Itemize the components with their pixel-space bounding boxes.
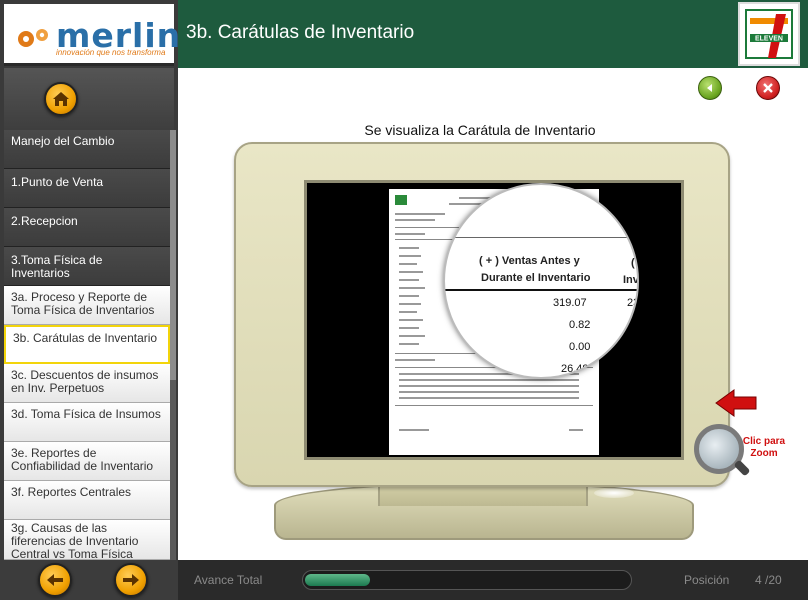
arrow-left-icon bbox=[715, 389, 757, 417]
footer-progress-area: Avance Total Posición 4 /20 bbox=[178, 560, 808, 600]
header: 3b. Carátulas de Inventario ELEVEN bbox=[178, 0, 808, 68]
position-value: 4 /20 bbox=[755, 573, 782, 587]
progress-bar bbox=[302, 570, 632, 590]
sidebar-item-3a[interactable]: 3a. Proceso y Reporte de Toma Física de … bbox=[4, 286, 170, 325]
slide-subtitle: Se visualiza la Carátula de Inventario bbox=[364, 122, 596, 138]
close-button[interactable] bbox=[756, 76, 780, 100]
sidebar-item-3c[interactable]: 3c. Descuentos de insumos en Inv. Perpet… bbox=[4, 364, 170, 403]
brand-tagline: innovación que nos transforma bbox=[56, 48, 166, 57]
sidebar-item-label: 3d. Toma Física de Insumos bbox=[11, 407, 161, 421]
monitor-screen: ( + ) Ventas Antes y Durante el Inventar… bbox=[304, 180, 684, 460]
zoom-col2-value: 23.8 bbox=[627, 297, 639, 309]
sidebar-item-recepcion[interactable]: 2.Recepcion bbox=[4, 208, 170, 247]
sidebar-item-label: 3b. Carátulas de Inventario bbox=[13, 331, 158, 345]
seven-eleven-text: ELEVEN bbox=[755, 36, 783, 43]
home-button[interactable] bbox=[44, 82, 78, 116]
sidebar-item-punto-de-venta[interactable]: 1.Punto de Venta bbox=[4, 169, 170, 208]
home-icon bbox=[53, 92, 69, 106]
zoom-col1-value: 0.00 bbox=[569, 341, 591, 353]
merlin-logo: merlin innovación que nos transforma bbox=[4, 4, 180, 66]
sidebar-item-label: 3g. Causas de las fiferencias de Inventa… bbox=[11, 521, 139, 561]
sidebar: merlin innovación que nos transforma Man… bbox=[0, 0, 180, 600]
zoom-col1-header-line2: Durante el Inventario bbox=[481, 272, 591, 284]
sidebar-item-label: Manejo del Cambio bbox=[11, 134, 115, 148]
sidebar-item-manejo-del-cambio[interactable]: Manejo del Cambio bbox=[4, 130, 170, 169]
triangle-left-icon bbox=[707, 84, 712, 92]
seven-eleven-logo: ELEVEN bbox=[738, 2, 800, 66]
next-button[interactable] bbox=[114, 563, 148, 597]
sidebar-item-label: 3e. Reportes de Confiabilidad de Inventa… bbox=[11, 446, 154, 473]
zoom-col2-header-line1: ( = ) Total bbox=[631, 257, 637, 269]
sidebar-item-label: 1.Punto de Venta bbox=[11, 175, 104, 189]
sidebar-item-label: 3c. Descuentos de insumos en Inv. Perpet… bbox=[11, 368, 159, 395]
sidebar-item-label: 3a. Proceso y Reporte de Toma Física de … bbox=[11, 290, 155, 317]
sidebar-item-label: 3.Toma Física de Inventarios bbox=[11, 253, 103, 280]
seven-eleven-icon: ELEVEN bbox=[745, 9, 793, 59]
zoom-label: Clic para Zoom bbox=[734, 436, 794, 460]
sidebar-item-3e[interactable]: 3e. Reportes de Confiabilidad de Inventa… bbox=[4, 442, 170, 481]
arrow-right-icon bbox=[123, 574, 139, 586]
zoom-col2-header-line2: Inventario F bbox=[623, 274, 639, 286]
zoom-col1-value: 26.48 bbox=[561, 363, 589, 375]
zoom-col1-header-line1: ( + ) Ventas Antes y bbox=[479, 255, 580, 267]
page-title: 3b. Carátulas de Inventario bbox=[186, 22, 415, 43]
position-label: Posición bbox=[684, 573, 730, 587]
footer: Avance Total Posición 4 /20 bbox=[0, 560, 808, 600]
zoom-col2-value: 4 bbox=[633, 319, 639, 331]
zoom-col1-value: 319.07 bbox=[553, 297, 587, 309]
back-button[interactable] bbox=[698, 76, 722, 100]
zoom-col1-value: 0.82 bbox=[569, 319, 591, 331]
sidebar-item-toma-fisica[interactable]: 3.Toma Física de Inventarios bbox=[4, 247, 170, 286]
sidebar-item-3f[interactable]: 3f. Reportes Centrales bbox=[4, 481, 170, 520]
gears-icon bbox=[18, 29, 48, 47]
monitor-neck bbox=[378, 484, 588, 506]
monitor-shine bbox=[594, 488, 634, 498]
previous-button[interactable] bbox=[38, 563, 72, 597]
sidebar-item-label: 3f. Reportes Centrales bbox=[11, 485, 132, 499]
progress-bar-fill bbox=[305, 574, 370, 586]
sidebar-scrollbar-thumb[interactable] bbox=[170, 130, 176, 380]
zoom-label-line1: Clic para bbox=[742, 436, 786, 447]
sidebar-item-3g[interactable]: 3g. Causas de las fiferencias de Inventa… bbox=[4, 520, 170, 561]
sidebar-item-3b[interactable]: 3b. Carátulas de Inventario bbox=[4, 325, 170, 364]
main-content: Se visualiza la Carátula de Inventario (… bbox=[178, 68, 808, 560]
home-area bbox=[4, 68, 174, 130]
magnifier-handle-icon bbox=[733, 459, 751, 477]
zoom-label-line2: Zoom bbox=[750, 448, 778, 459]
arrow-left-icon bbox=[47, 574, 63, 586]
sidebar-item-3d[interactable]: 3d. Toma Física de Insumos bbox=[4, 403, 170, 442]
close-icon bbox=[763, 83, 773, 93]
zoom-lens: ( + ) Ventas Antes y Durante el Inventar… bbox=[443, 183, 639, 379]
monitor-frame: ( + ) Ventas Antes y Durante el Inventar… bbox=[234, 142, 730, 487]
sidebar-item-label: 2.Recepcion bbox=[11, 214, 78, 228]
sidebar-scrollbar[interactable] bbox=[170, 130, 176, 560]
progress-label: Avance Total bbox=[194, 573, 263, 587]
